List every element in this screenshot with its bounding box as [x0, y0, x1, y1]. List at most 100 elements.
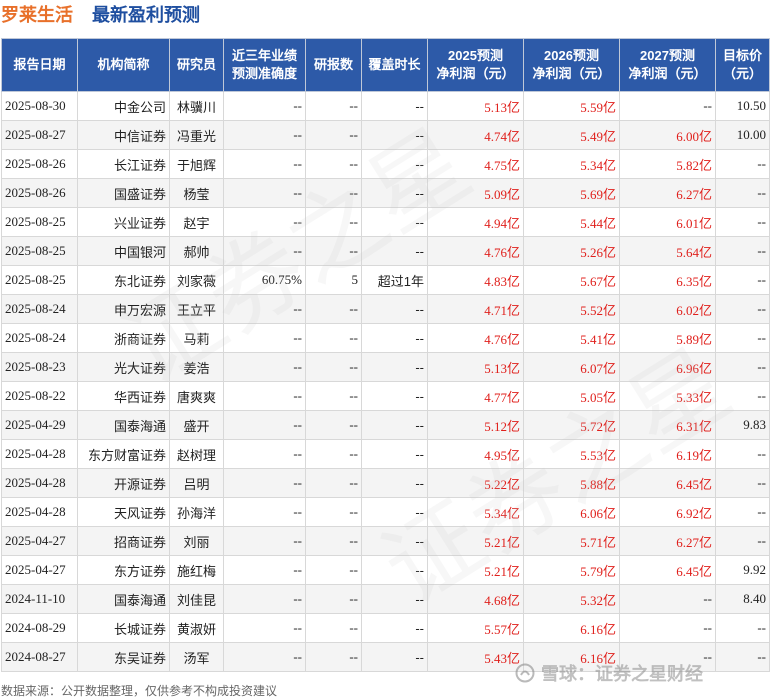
- table-cell: --: [223, 236, 306, 266]
- table-cell: --: [361, 352, 428, 382]
- table-cell: 2025-04-28: [1, 439, 78, 469]
- table-header-row: 报告日期 机构简称 研究员 近三年业绩 预测准确度 研报数 覆盖时长 2025预测 净利润（元）…: [1, 38, 770, 92]
- table-row: 2025-04-28 东方财富证券 赵树理 -- -- -- 4.95亿 5.53亿 6.19亿…: [1, 439, 770, 469]
- table-cell: 东方财富证券: [77, 439, 170, 469]
- table-cell: 天风证券: [77, 497, 170, 527]
- table-cell: --: [223, 584, 306, 614]
- table-cell: 5.82亿: [619, 149, 716, 179]
- table-cell: 6.01亿: [619, 207, 716, 237]
- table-cell: --: [305, 294, 362, 324]
- table-row: 2025-08-27 中信证券 冯重光 -- -- -- 4.74亿 5.49亿 6.00亿 10…: [1, 120, 770, 150]
- table-cell: 5.32亿: [523, 584, 620, 614]
- table-row: 2025-08-25 兴业证券 赵宇 -- -- -- 4.94亿 5.44亿 6.01亿 --: [1, 207, 770, 237]
- table-cell: --: [223, 410, 306, 440]
- table-cell: 5.69亿: [523, 178, 620, 208]
- table-cell: 4.76亿: [427, 323, 524, 353]
- table-cell: 5.34亿: [427, 497, 524, 527]
- table-cell: 5.43亿: [427, 642, 524, 672]
- table-cell: --: [715, 381, 770, 411]
- table-cell: 6.27亿: [619, 526, 716, 556]
- table-cell: 4.75亿: [427, 149, 524, 179]
- table-cell: 5.88亿: [523, 468, 620, 498]
- table-cell: --: [305, 497, 362, 527]
- table-cell: 5.53亿: [523, 439, 620, 469]
- table-cell: 4.94亿: [427, 207, 524, 237]
- table-cell: 10.00: [715, 120, 770, 150]
- table-cell: 东北证券: [77, 265, 170, 295]
- table-cell: 5.44亿: [523, 207, 620, 237]
- table-cell: 2025-08-25: [1, 207, 78, 237]
- table-cell: --: [223, 178, 306, 208]
- table-cell: 申万宏源: [77, 294, 170, 324]
- table-cell: 5.21亿: [427, 555, 524, 585]
- table-cell: 国泰海通: [77, 410, 170, 440]
- table-cell: 2024-08-29: [1, 613, 78, 643]
- table-cell: 中信证券: [77, 120, 170, 150]
- table-cell: --: [223, 149, 306, 179]
- table-cell: --: [305, 642, 362, 672]
- table-row: 2024-11-10 国泰海通 刘佳昆 -- -- -- 4.68亿 5.32亿 -- 8.40: [1, 584, 770, 614]
- table-cell: 6.45亿: [619, 468, 716, 498]
- table-cell: --: [305, 323, 362, 353]
- table-cell: 2025-08-23: [1, 352, 78, 382]
- table-cell: --: [223, 294, 306, 324]
- table-cell: 5.72亿: [523, 410, 620, 440]
- table-cell: 中金公司: [77, 91, 170, 121]
- table-cell: 5.64亿: [619, 236, 716, 266]
- table-cell: 4.95亿: [427, 439, 524, 469]
- table-cell: --: [223, 613, 306, 643]
- table-cell: 5.57亿: [427, 613, 524, 643]
- table-cell: 2025-08-24: [1, 294, 78, 324]
- table-cell: 2024-08-27: [1, 642, 78, 672]
- table-cell: 6.06亿: [523, 497, 620, 527]
- table-cell: --: [223, 497, 306, 527]
- table-cell: --: [361, 178, 428, 208]
- table-cell: 2025-08-26: [1, 149, 78, 179]
- table-cell: 2025-08-27: [1, 120, 78, 150]
- table-cell: --: [715, 468, 770, 498]
- table-cell: 刘家薇: [169, 265, 224, 295]
- table-cell: 6.31亿: [619, 410, 716, 440]
- table-cell: --: [223, 439, 306, 469]
- table-cell: --: [305, 613, 362, 643]
- table-cell: --: [223, 120, 306, 150]
- table-cell: 长城证券: [77, 613, 170, 643]
- table-cell: --: [361, 613, 428, 643]
- table-cell: 8.40: [715, 584, 770, 614]
- table-cell: --: [305, 381, 362, 411]
- table-cell: 5.12亿: [427, 410, 524, 440]
- table-cell: 东吴证券: [77, 642, 170, 672]
- table-cell: --: [361, 497, 428, 527]
- table-cell: --: [715, 526, 770, 556]
- table-cell: 郝帅: [169, 236, 224, 266]
- table-cell: --: [361, 555, 428, 585]
- table-cell: --: [715, 265, 770, 295]
- table-cell: --: [715, 207, 770, 237]
- snowball-logo-icon: [515, 663, 535, 683]
- table-row: 2025-08-26 国盛证券 杨莹 -- -- -- 5.09亿 5.69亿 6.27亿 --: [1, 178, 770, 208]
- column-header: 目标价 （元）: [715, 38, 770, 92]
- table-cell: --: [715, 613, 770, 643]
- table-cell: 黄淑妍: [169, 613, 224, 643]
- table-cell: 9.92: [715, 555, 770, 585]
- table-cell: 4.74亿: [427, 120, 524, 150]
- table-cell: 2025-04-27: [1, 555, 78, 585]
- table-cell: 姜浩: [169, 352, 224, 382]
- table-row: 2025-08-26 长江证券 于旭辉 -- -- -- 4.75亿 5.34亿 5.82亿 --: [1, 149, 770, 179]
- table-row: 2025-08-25 中国银河 郝帅 -- -- -- 4.76亿 5.26亿 5.64亿 --: [1, 236, 770, 266]
- table-cell: 长江证券: [77, 149, 170, 179]
- column-header: 机构简称: [77, 38, 170, 92]
- table-cell: 5.52亿: [523, 294, 620, 324]
- table-cell: 5: [305, 265, 362, 295]
- table-cell: 超过1年: [361, 265, 428, 295]
- table-cell: 吕明: [169, 468, 224, 498]
- table-cell: 华西证券: [77, 381, 170, 411]
- table-cell: --: [305, 149, 362, 179]
- table-cell: 5.05亿: [523, 381, 620, 411]
- table-cell: 兴业证券: [77, 207, 170, 237]
- table-cell: 2025-04-28: [1, 497, 78, 527]
- table-cell: 5.41亿: [523, 323, 620, 353]
- table-cell: 光大证券: [77, 352, 170, 382]
- table-cell: --: [305, 526, 362, 556]
- table-cell: 2024-11-10: [1, 584, 78, 614]
